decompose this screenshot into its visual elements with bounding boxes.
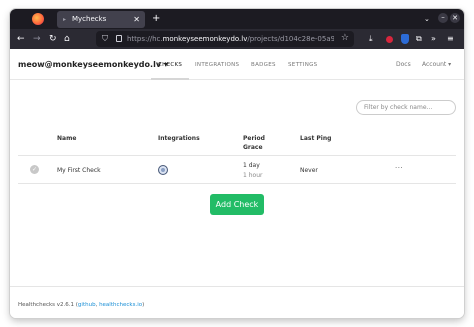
tab-mychecks[interactable]: ▸ Mychecks ✕: [57, 11, 145, 28]
address-bar[interactable]: ⛉ https://hc.monkeyseemonkeydo.lv/projec…: [96, 31, 354, 47]
check-grace[interactable]: 1 hour: [243, 172, 262, 180]
nav-integrations[interactable]: INTEGRATIONS: [195, 61, 239, 69]
project-switcher[interactable]: meow@monkeyseemonkeydo.lv ▾: [18, 59, 168, 70]
red-extension-icon[interactable]: [386, 36, 393, 43]
tab-title: Mychecks: [72, 15, 107, 23]
hamburger-menu-icon[interactable]: ≡: [447, 33, 454, 45]
filter-input[interactable]: Filter by check name...: [356, 100, 456, 115]
nav-toolbar: ← → ↻ ⌂ ⛉ https://hc.monkeyseemonkeydo.l…: [10, 29, 464, 49]
back-arrow-icon[interactable]: ←: [17, 33, 25, 45]
docs-link[interactable]: Docs: [396, 61, 411, 69]
url-text[interactable]: https://hc.monkeyseemonkeydo.lv/projects…: [127, 34, 334, 44]
col-last-ping: Last Ping: [300, 135, 332, 142]
footer-close-paren: ): [142, 302, 145, 308]
col-period: Period: [243, 135, 265, 142]
puzzle-icon[interactable]: ⧉: [416, 33, 422, 45]
favicon-icon: ▸: [63, 16, 67, 23]
new-tab-button[interactable]: +: [152, 12, 160, 25]
tab-close-icon[interactable]: ✕: [133, 14, 140, 25]
list-all-tabs-button[interactable]: »: [431, 33, 436, 45]
active-tab-indicator: [151, 78, 189, 80]
check-status-icon: ✓: [30, 165, 39, 174]
project-name: meow@monkeyseemonkeydo.lv: [18, 60, 162, 69]
footer: Healthchecks v2.6.1 (github, healthcheck…: [18, 301, 144, 309]
nav-checks[interactable]: CHECKS: [158, 61, 182, 69]
add-check-button[interactable]: Add Check: [210, 194, 264, 215]
tracking-shield-icon[interactable]: ⛉: [102, 34, 108, 44]
app-header: meow@monkeyseemonkeydo.lv ▾ CHECKS INTEG…: [10, 49, 464, 80]
nav-settings[interactable]: SETTINGS: [288, 61, 317, 69]
nav-badges[interactable]: BADGES: [251, 61, 276, 69]
bookmark-star-icon[interactable]: ☆: [341, 33, 349, 44]
page-content: meow@monkeyseemonkeydo.lv ▾ CHECKS INTEG…: [10, 49, 464, 318]
check-last-ping: Never: [300, 167, 318, 174]
more-options-icon[interactable]: ···: [395, 164, 403, 172]
footer-version: Healthchecks v2.6.1 (: [18, 302, 78, 308]
forward-arrow-icon[interactable]: →: [33, 33, 41, 45]
col-integrations: Integrations: [158, 135, 200, 142]
table-row-divider: [18, 183, 456, 184]
window-close-icon[interactable]: ✕: [450, 13, 460, 23]
url-path: /projects/d104c28e-05a9-4: [247, 35, 334, 43]
footer-divider: [10, 286, 464, 287]
url-prefix: https://hc.: [127, 35, 163, 43]
firefox-logo-icon[interactable]: [32, 13, 44, 25]
padlock-icon[interactable]: [116, 35, 122, 42]
tab-strip: ▸ Mychecks ✕ + ⌄ – ✕: [10, 9, 464, 29]
col-name: Name: [57, 135, 77, 142]
check-period[interactable]: 1 day: [243, 162, 260, 170]
table-header-divider: [18, 155, 456, 156]
account-label: Account: [422, 61, 447, 68]
healthchecks-link[interactable]: healthchecks.io: [99, 302, 142, 308]
blue-extension-icon[interactable]: [401, 34, 409, 44]
github-link[interactable]: github: [78, 302, 96, 308]
download-icon[interactable]: ⤓: [369, 33, 373, 45]
minimize-icon[interactable]: –: [438, 13, 448, 23]
col-grace: Grace: [243, 144, 263, 151]
home-icon[interactable]: ⌂: [64, 33, 70, 45]
caret-down-icon: ▾: [448, 61, 452, 68]
browser-window: ▸ Mychecks ✕ + ⌄ – ✕ ← → ↻ ⌂ ⛉ https://h…: [10, 9, 464, 318]
list-all-tabs-icon[interactable]: ⌄: [424, 14, 430, 24]
url-host: monkeyseemonkeydo.lv: [162, 35, 248, 43]
check-name[interactable]: My First Check: [57, 167, 101, 175]
reload-icon[interactable]: ↻: [49, 33, 57, 45]
account-menu[interactable]: Account ▾: [422, 61, 451, 69]
email-integration-icon[interactable]: [158, 165, 168, 175]
